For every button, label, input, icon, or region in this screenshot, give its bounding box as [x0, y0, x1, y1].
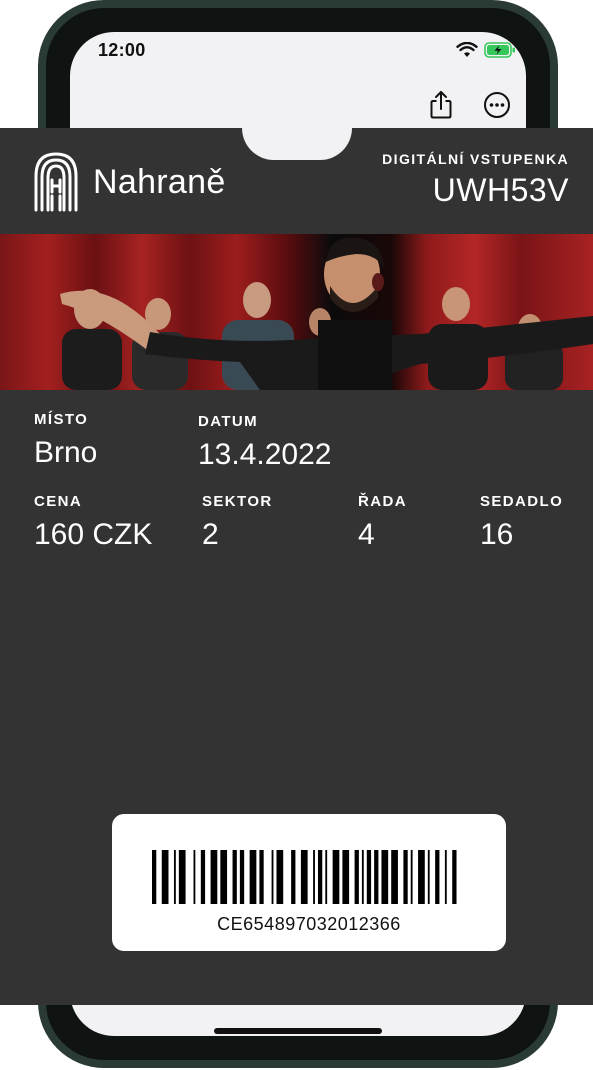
share-icon — [430, 91, 452, 119]
barcode-bar — [325, 850, 328, 904]
home-indicator[interactable] — [214, 1028, 382, 1034]
barcode-bar — [200, 850, 206, 904]
barcode-bar — [313, 850, 315, 904]
barcode-bar — [381, 850, 389, 904]
barcode-bar — [232, 850, 237, 904]
barcode-bar — [317, 850, 323, 904]
barcode-bar — [391, 850, 398, 904]
field-row: ŘADA 4 — [358, 493, 407, 552]
barcode-bar — [366, 850, 372, 904]
barcode-bar — [452, 850, 457, 904]
barcode-bar — [361, 850, 364, 904]
barcode-bar — [403, 850, 408, 904]
barcode-bar — [193, 850, 196, 904]
field-date-value: 13.4.2022 — [198, 438, 332, 471]
ticket-code: UWH53V — [432, 172, 569, 208]
barcode-bar — [276, 850, 284, 904]
field-place: MÍSTO Brno — [34, 411, 97, 470]
barcode — [152, 850, 457, 904]
field-place-label: MÍSTO — [34, 411, 89, 428]
ticket-type: DIGITÁLNÍ VSTUPENKA — [382, 151, 569, 167]
field-date-label: DATUM — [198, 413, 259, 430]
barcode-bar — [300, 850, 308, 904]
field-price-value: 160 CZK — [34, 518, 153, 551]
brand-name: Nahraně — [93, 162, 226, 201]
barcode-bar — [249, 850, 257, 904]
field-seat-value: 16 — [480, 518, 514, 551]
barcode-bar — [173, 850, 176, 904]
more-button[interactable] — [482, 90, 512, 120]
barcode-bar — [178, 850, 186, 904]
status-time: 12:00 — [98, 40, 146, 60]
barcode-bar — [444, 850, 447, 904]
brand: Nahraně — [33, 152, 226, 212]
wifi-icon — [456, 42, 478, 57]
barcode-bar — [259, 850, 264, 904]
barcode-bar — [332, 850, 340, 904]
barcode-card[interactable]: CE654897032012366 — [112, 814, 506, 951]
field-sector-value: 2 — [202, 518, 219, 551]
barcode-bar — [418, 850, 425, 904]
barcode-bar — [220, 850, 228, 904]
field-date: DATUM 13.4.2022 — [198, 413, 331, 472]
barcode-bar — [161, 850, 169, 904]
barcode-bar — [291, 850, 296, 904]
field-seat-label: SEDADLO — [480, 493, 564, 510]
status-icons — [456, 42, 516, 58]
barcode-bar — [152, 850, 157, 904]
field-seat: SEDADLO 16 — [480, 493, 563, 552]
barcode-bar — [271, 850, 274, 904]
field-place-value: Brno — [34, 436, 98, 469]
theatre-logo-icon — [34, 152, 78, 212]
barcode-bar — [410, 850, 413, 904]
barcode-bar — [239, 850, 245, 904]
share-button[interactable] — [426, 90, 456, 120]
barcode-bar — [427, 850, 430, 904]
field-sector-label: SEKTOR — [202, 493, 273, 510]
field-sector: SEKTOR 2 — [202, 493, 273, 552]
barcode-bar — [374, 850, 379, 904]
field-row-label: ŘADA — [358, 493, 407, 510]
barcode-bar — [435, 850, 440, 904]
event-photo — [0, 234, 593, 390]
barcode-bar — [354, 850, 359, 904]
screen-stage: 12:00 Nahraně DIGITÁLNÍ VSTUPENKA UWH53V… — [0, 0, 593, 1070]
barcode-bar — [210, 850, 218, 904]
more-icon — [484, 92, 510, 118]
field-price: CENA 160 CZK — [34, 493, 152, 552]
field-row-value: 4 — [358, 518, 375, 551]
field-price-label: CENA — [34, 493, 83, 510]
ticket-notch — [242, 128, 352, 160]
battery-icon — [484, 42, 515, 58]
barcode-number: CE654897032012366 — [217, 914, 401, 934]
barcode-bar — [342, 850, 350, 904]
